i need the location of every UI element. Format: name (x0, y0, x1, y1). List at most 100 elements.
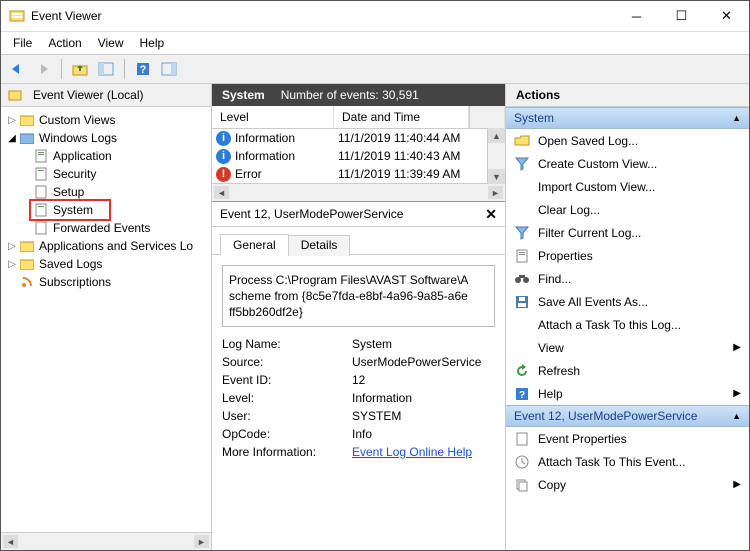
log-icon (33, 184, 49, 200)
app-icon (9, 8, 25, 24)
msg-line: ff5bb260df2e} (229, 304, 488, 320)
actions-pane: Actions System▲ Open Saved Log... Create… (506, 84, 749, 550)
collapse-icon[interactable]: ▲ (732, 411, 741, 421)
tree-apps-services[interactable]: Applications and Services Lo (39, 239, 193, 253)
actions-title: Actions (506, 84, 749, 107)
event-id-value: 12 (352, 373, 365, 387)
tree-header: Event Viewer (Local) (1, 84, 211, 107)
folder-up-button[interactable] (68, 57, 92, 81)
actions-section-event[interactable]: Event 12, UserModePowerService▲ (506, 405, 749, 427)
tree-saved-logs[interactable]: Saved Logs (39, 257, 102, 271)
action-view-submenu[interactable]: View▶ (506, 336, 749, 359)
funnel-icon (514, 156, 530, 172)
toolbar-panel2-button[interactable] (157, 57, 181, 81)
back-button[interactable] (5, 57, 29, 81)
detail-header: Event 12, UserModePowerService ✕ (212, 202, 505, 227)
event-row[interactable]: iInformation 11/1/2019 11:40:43 AM (212, 147, 505, 165)
action-save-all-events[interactable]: Save All Events As... (506, 290, 749, 313)
help-button[interactable]: ? (131, 57, 155, 81)
folder-icon (19, 112, 35, 128)
tree-setup[interactable]: Setup (53, 185, 84, 199)
info-icon: i (216, 149, 231, 164)
action-help[interactable]: ?Help▶ (506, 382, 749, 405)
close-button[interactable]: ✕ (704, 1, 749, 31)
action-find[interactable]: Find... (506, 267, 749, 290)
properties-icon (514, 431, 530, 447)
tree-security[interactable]: Security (53, 167, 96, 181)
info-icon: i (216, 131, 231, 146)
toolbar: ? (1, 54, 749, 84)
task-icon (514, 317, 530, 333)
forward-button[interactable] (31, 57, 55, 81)
maximize-button[interactable]: ☐ (659, 1, 704, 31)
minimize-button[interactable]: ─ (614, 1, 659, 31)
list-header: Level Date and Time (212, 106, 505, 129)
menu-action[interactable]: Action (40, 32, 89, 54)
tree-application[interactable]: Application (53, 149, 112, 163)
action-open-saved-log[interactable]: Open Saved Log... (506, 129, 749, 152)
tree-subscriptions[interactable]: Subscriptions (39, 275, 111, 289)
detail-close-button[interactable]: ✕ (485, 206, 497, 223)
more-info-label: More Information: (222, 445, 352, 459)
expand-icon[interactable]: ▷ (5, 259, 19, 270)
opcode-value: Info (352, 427, 372, 441)
tree-windows-logs[interactable]: Windows Logs (39, 131, 117, 145)
expand-icon[interactable]: ▷ (5, 115, 19, 126)
event-message-box[interactable]: Process C:\Program Files\AVAST Software\… (222, 265, 495, 327)
user-label: User: (222, 409, 352, 423)
list-hscroll[interactable]: ◄► (212, 183, 505, 201)
detail-tabs: General Details (212, 227, 505, 255)
actions-section-system[interactable]: System▲ (506, 107, 749, 129)
list-vscroll[interactable]: ▲▼ (487, 128, 505, 184)
collapse-icon[interactable]: ▲ (732, 113, 741, 123)
row-datetime: 11/1/2019 11:40:44 AM (330, 131, 505, 145)
funnel-icon (514, 225, 530, 241)
action-filter-log[interactable]: Filter Current Log... (506, 221, 749, 244)
tree[interactable]: ▷Custom Views ◢Windows Logs Application … (1, 107, 211, 532)
more-info-link[interactable]: Event Log Online Help (352, 445, 472, 459)
event-row[interactable]: !Error 11/1/2019 11:39:49 AM (212, 165, 505, 183)
action-attach-task[interactable]: Attach a Task To this Log... (506, 313, 749, 336)
binoculars-icon (514, 271, 530, 287)
msg-line: scheme from {8c5e7fda-e8bf-4a96-9a85-a6e (229, 288, 488, 304)
event-list: Level Date and Time iInformation 11/1/20… (212, 106, 505, 202)
tab-general[interactable]: General (220, 234, 289, 255)
clear-icon (514, 202, 530, 218)
event-viewer-window: Event Viewer ─ ☐ ✕ File Action View Help… (0, 0, 750, 551)
col-datetime[interactable]: Date and Time (334, 106, 469, 128)
window-title: Event Viewer (31, 9, 614, 23)
action-attach-task-event[interactable]: Attach Task To This Event... (506, 450, 749, 473)
event-row[interactable]: iInformation 11/1/2019 11:40:44 AM (212, 129, 505, 147)
tab-details[interactable]: Details (288, 235, 351, 256)
action-create-custom-view[interactable]: Create Custom View... (506, 152, 749, 175)
action-clear-log[interactable]: Clear Log... (506, 198, 749, 221)
action-refresh[interactable]: Refresh (506, 359, 749, 382)
tree-root-label[interactable]: Event Viewer (Local) (33, 88, 144, 102)
properties-icon (514, 248, 530, 264)
col-scroll-spacer (469, 106, 505, 128)
menu-file[interactable]: File (5, 32, 40, 54)
toolbar-panel1-button[interactable] (94, 57, 118, 81)
toolbar-separator (61, 59, 62, 79)
tree-system[interactable]: System (53, 203, 93, 217)
source-value: UserModePowerService (352, 355, 481, 369)
menu-help[interactable]: Help (132, 32, 173, 54)
toolbar-separator (124, 59, 125, 79)
collapse-icon[interactable]: ◢ (5, 133, 19, 144)
action-event-properties[interactable]: Event Properties (506, 427, 749, 450)
row-level: Error (235, 167, 262, 181)
action-import-custom-view[interactable]: Import Custom View... (506, 175, 749, 198)
col-level[interactable]: Level (212, 106, 334, 128)
menu-view[interactable]: View (90, 32, 132, 54)
tree-forwarded[interactable]: Forwarded Events (53, 221, 150, 235)
help-icon: ? (514, 386, 530, 402)
log-icon (33, 202, 49, 218)
events-count: 30,591 (382, 88, 419, 102)
tree-hscroll[interactable]: ◄► (1, 532, 211, 550)
tree-pane: Event Viewer (Local) ▷ Custom Views ◢ Wind… (1, 84, 212, 550)
action-copy[interactable]: Copy▶ (506, 473, 749, 496)
tree-custom-views[interactable]: Custom Views (39, 113, 115, 127)
expand-icon[interactable]: ▷ (5, 241, 19, 252)
opcode-label: OpCode: (222, 427, 352, 441)
action-properties[interactable]: Properties (506, 244, 749, 267)
